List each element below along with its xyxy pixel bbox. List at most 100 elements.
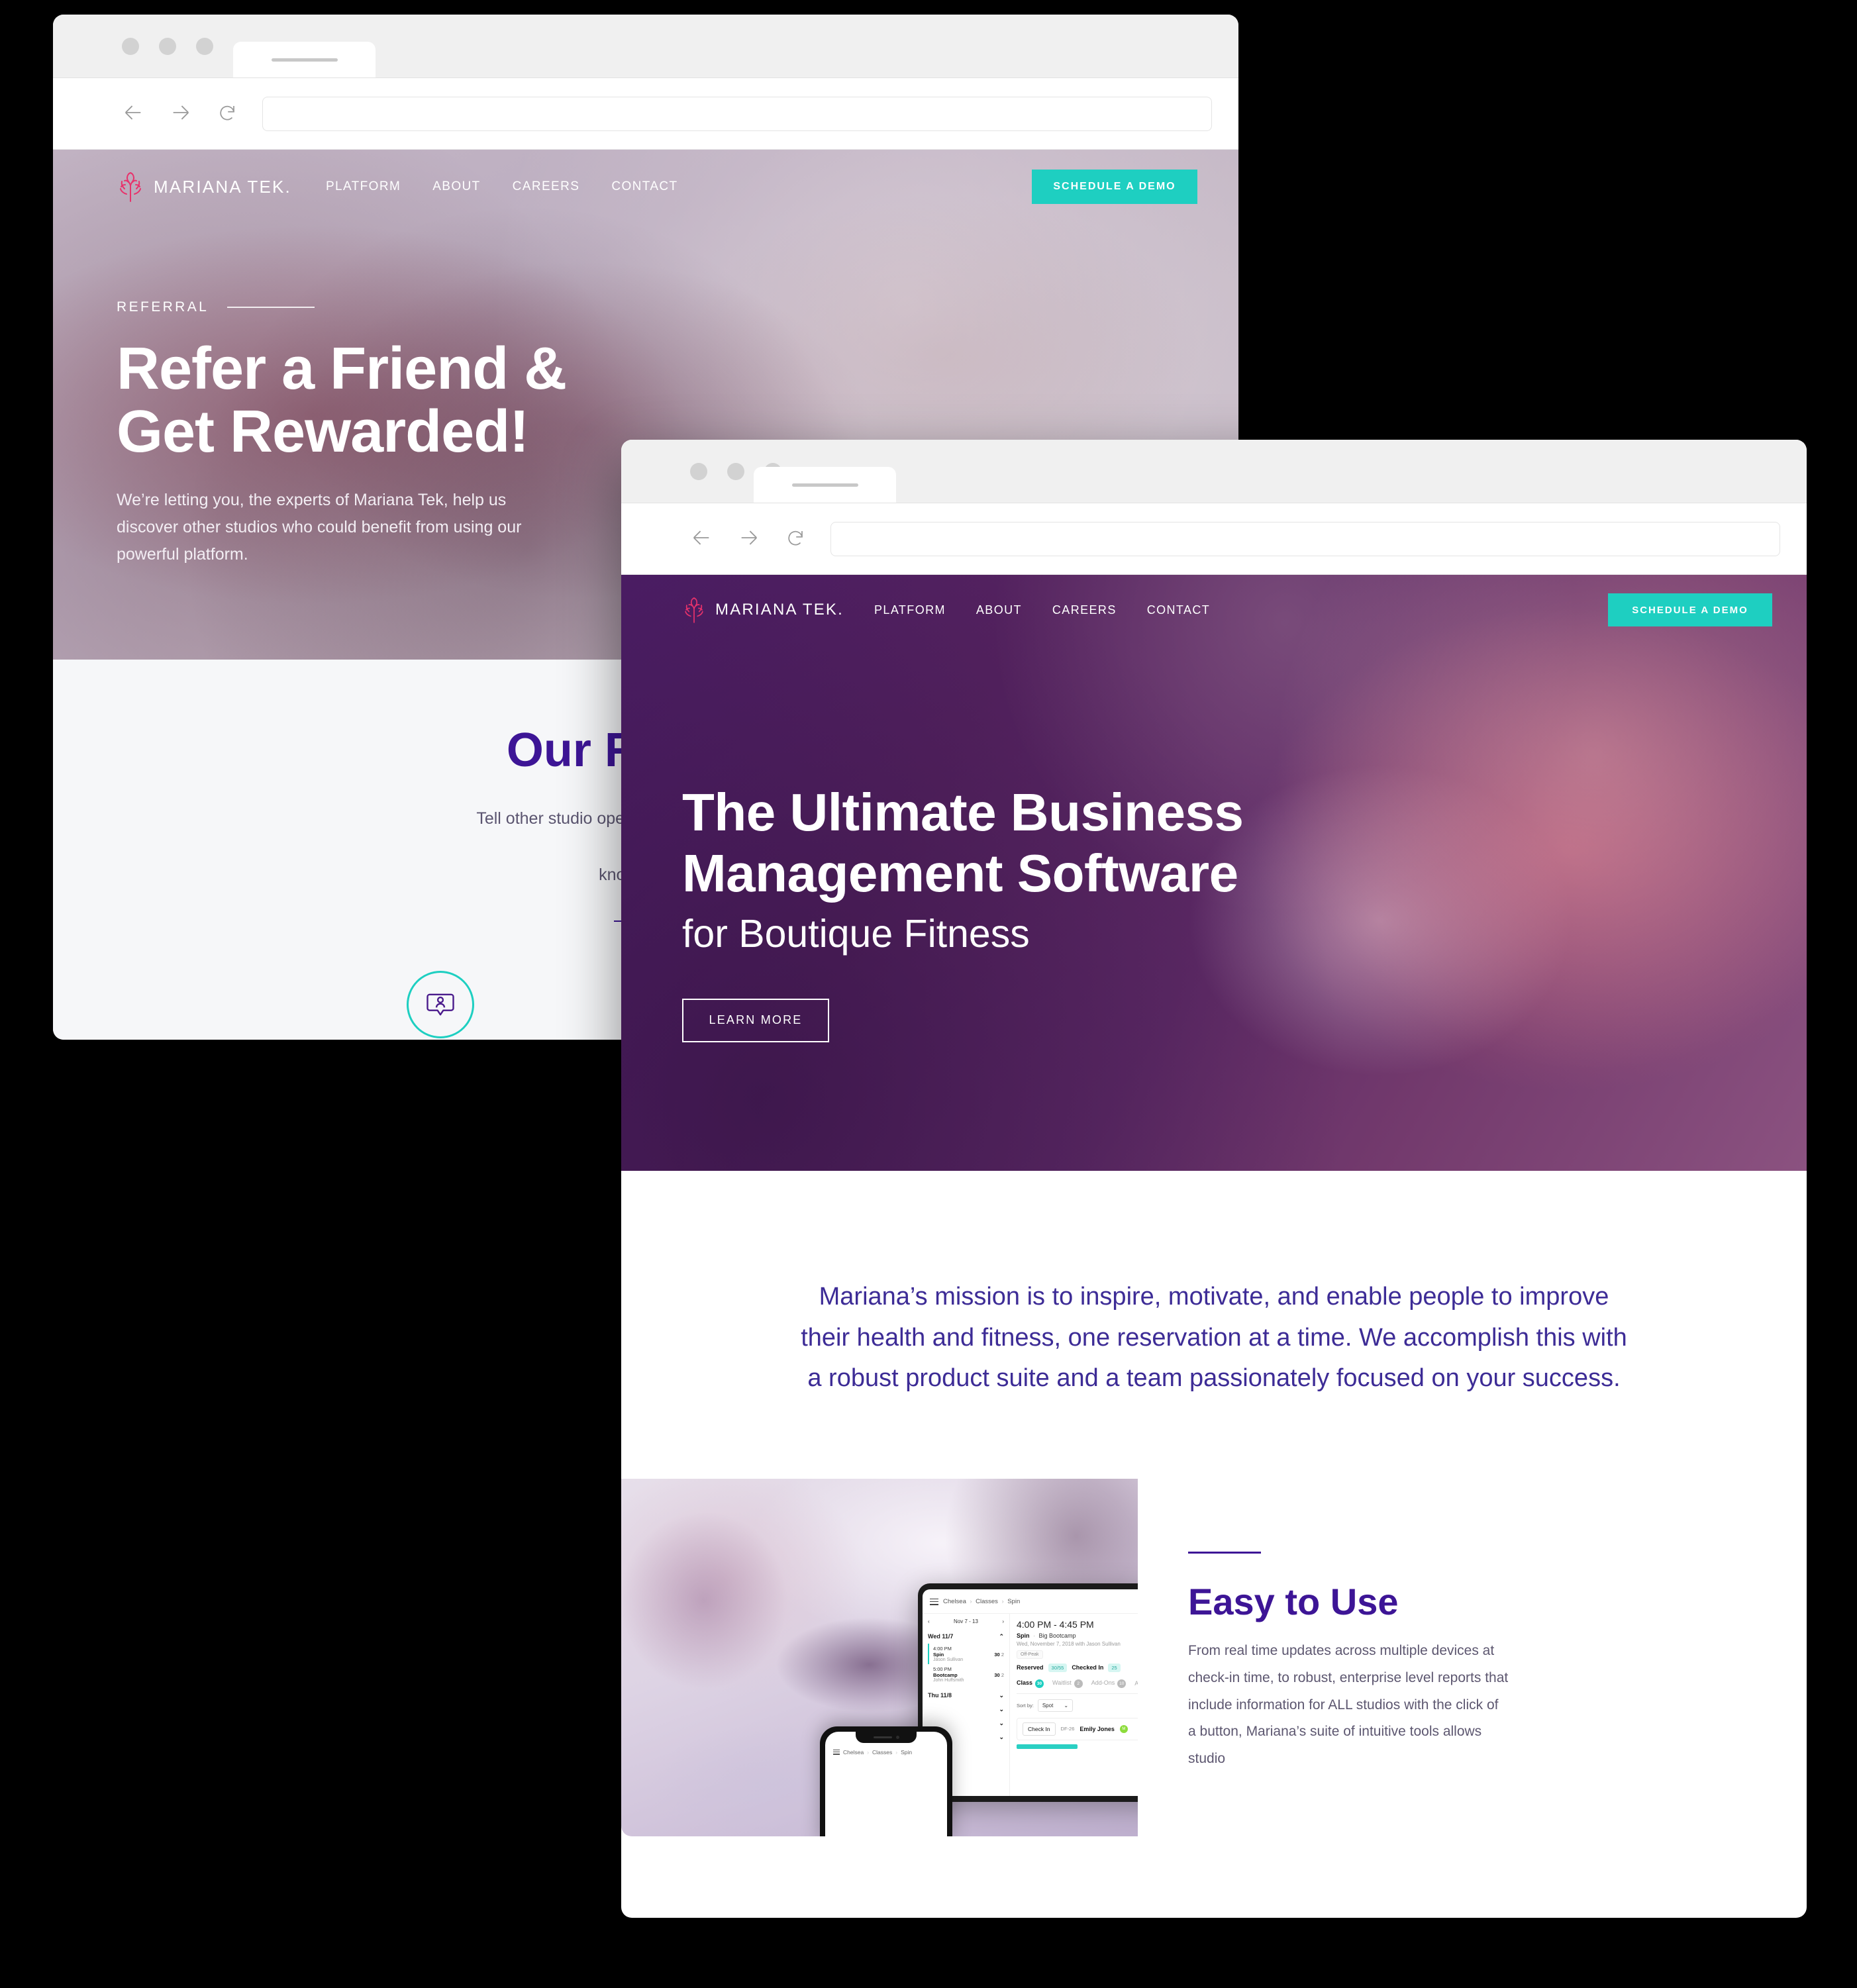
brand-name: MARIANA TEK.	[154, 176, 291, 197]
phone-screen: Chelsea › Classes › Spin	[825, 1731, 947, 1836]
day-header-collapsed[interactable]: ⌄	[928, 1703, 1004, 1716]
phone-breadcrumb-classes[interactable]: Classes	[872, 1749, 892, 1756]
brand-logo[interactable]: MARIANA TEK.	[117, 172, 291, 202]
mission-section: Mariana’s mission is to inspire, motivat…	[621, 1171, 1807, 1479]
chevron-down-icon: ⌄	[999, 1733, 1004, 1740]
nav-link-platform[interactable]: PLATFORM	[874, 603, 946, 617]
day-header-wed[interactable]: Wed 11/7 ⌃	[928, 1630, 1004, 1644]
phone-breadcrumb-location[interactable]: Chelsea	[843, 1749, 864, 1756]
next-week-icon[interactable]: ›	[1002, 1618, 1004, 1624]
class-slot-instructor: Jason Sullivan	[933, 1657, 964, 1662]
window-controls[interactable]	[122, 37, 213, 55]
coral-logo-icon	[117, 172, 144, 202]
close-window-dot[interactable]	[122, 37, 139, 55]
tab-title-placeholder	[271, 58, 338, 62]
forward-arrow-icon[interactable]	[170, 101, 192, 126]
maximize-window-dot[interactable]	[196, 37, 213, 55]
site-navbar: MARIANA TEK. PLATFORM ABOUT CAREERS CONT…	[621, 575, 1807, 626]
easy-to-use-rule	[1188, 1551, 1261, 1554]
check-in-button[interactable]: Check In	[1023, 1722, 1056, 1736]
studio-photo: Chelsea › Classes › Spin POS	[621, 1478, 1138, 1836]
hero-heading-line2: Get Rewarded!	[117, 399, 529, 466]
class-tabs: Class30 Waitlist2 Add-Ons10 Attendance	[1017, 1679, 1138, 1688]
phone-breadcrumb-spin[interactable]: Spin	[901, 1749, 912, 1756]
chevron-up-icon: ⌃	[999, 1632, 1004, 1640]
chevron-down-icon: ⌄	[999, 1705, 1004, 1713]
tab-waitlist-badge: 2	[1074, 1679, 1083, 1688]
week-range-label: Nov 7 - 13	[954, 1618, 978, 1624]
day-header-thu[interactable]: Thu 11/8 ⌄	[928, 1689, 1004, 1703]
class-title-dot: ·	[1033, 1632, 1036, 1639]
minimize-window-dot[interactable]	[159, 37, 176, 55]
app-header: Chelsea › Classes › Spin POS	[923, 1589, 1138, 1613]
class-group-name: Big Bootcamp	[1038, 1632, 1076, 1639]
nav-link-contact[interactable]: CONTACT	[1147, 603, 1210, 617]
class-time-range: 4:00 PM - 4:45 PM	[1017, 1618, 1094, 1630]
back-arrow-icon[interactable]	[122, 101, 144, 126]
person-speech-bubble-icon	[406, 971, 474, 1038]
tab-attendance[interactable]: Attendance	[1134, 1680, 1138, 1687]
class-slot-name-row: Spin 30 2	[933, 1652, 1004, 1658]
breadcrumb-chevron-icon: ›	[867, 1748, 870, 1756]
schedule-demo-button[interactable]: SCHEDULE A DEMO	[1608, 593, 1772, 626]
attendee-row: Check In DF-26 Emily Jones M •••	[1017, 1717, 1138, 1740]
nav-link-about[interactable]: ABOUT	[432, 179, 480, 194]
class-slot[interactable]: 4:00 PM Spin 30 2 Jason Sullivan	[928, 1643, 1004, 1664]
browser-tab[interactable]	[233, 42, 376, 77]
learn-more-button[interactable]: LEARN MORE	[682, 998, 829, 1042]
attendee-avatar: M	[1119, 1724, 1128, 1733]
nav-link-careers[interactable]: CAREERS	[513, 179, 580, 194]
class-slot-extra: 2	[1001, 1651, 1004, 1658]
camera-icon	[895, 1735, 899, 1739]
breadcrumb-item-location[interactable]: Chelsea	[943, 1598, 966, 1605]
hero-eyebrow-row: REFERRAL	[117, 299, 1175, 315]
class-meta: Wed, November 7, 2018 with Jason Sulliva…	[1017, 1640, 1121, 1647]
sort-by-select[interactable]: Spot ⌄	[1037, 1699, 1074, 1713]
phone-mockup: Chelsea › Classes › Spin	[820, 1726, 952, 1836]
nav-link-platform[interactable]: PLATFORM	[326, 179, 401, 194]
breadcrumb-item-classes[interactable]: Classes	[976, 1598, 998, 1605]
sort-by-label: Sort by:	[1017, 1703, 1034, 1709]
brand-logo[interactable]: MARIANA TEK.	[682, 597, 844, 623]
hero-subtext: We’re letting you, the experts of Marian…	[117, 490, 522, 564]
nav-link-contact[interactable]: CONTACT	[611, 179, 678, 194]
class-slot-name: Spin	[933, 1651, 944, 1658]
hero-heading-line1: The Ultimate Business	[682, 783, 1244, 842]
sort-and-view-controls: Sort by: Spot ⌄ View by: Map List	[1017, 1699, 1138, 1713]
prev-week-icon[interactable]: ‹	[928, 1618, 930, 1624]
class-detail-panel: ⋮ 4:00 PM - 4:45 PM Spin · Big Bootcamp …	[1010, 1614, 1138, 1796]
breadcrumb-chevron-icon: ›	[1001, 1598, 1004, 1605]
nav-link-about[interactable]: ABOUT	[976, 603, 1022, 617]
day-label: Wed 11/7	[928, 1633, 954, 1640]
tab-add-ons[interactable]: Add-Ons 10	[1091, 1679, 1127, 1688]
class-slot[interactable]: 5:00 PM Bootcamp 30 2 John Huffsmith	[928, 1664, 1004, 1685]
chevron-down-icon: ⌄	[1064, 1703, 1069, 1709]
tab-waitlist[interactable]: Waitlist 2	[1052, 1679, 1083, 1688]
class-slot-count: 30	[994, 1671, 1000, 1678]
address-bar-input[interactable]	[262, 96, 1212, 131]
attendee-name: Emily Jones	[1079, 1725, 1115, 1732]
referral-hero-content: REFERRAL Refer a Friend & Get Rewarded! …	[53, 299, 1238, 569]
nav-link-careers[interactable]: CAREERS	[1052, 603, 1117, 617]
day-label: Thu 11/8	[928, 1692, 952, 1699]
speaker-icon	[873, 1736, 892, 1738]
hamburger-menu-icon[interactable]	[833, 1749, 840, 1755]
schedule-demo-button[interactable]: SCHEDULE A DEMO	[1032, 170, 1197, 204]
class-stats: Reserved 30/55 Checked In 25	[1017, 1663, 1138, 1672]
tab-class[interactable]: Class 30	[1017, 1679, 1044, 1688]
breadcrumb-chevron-icon: ›	[895, 1748, 898, 1756]
panel-divider	[1017, 1693, 1138, 1694]
breadcrumb-item-spin[interactable]: Spin	[1007, 1598, 1020, 1605]
mission-statement: Mariana’s mission is to inspire, motivat…	[801, 1283, 1627, 1393]
browser-toolbar	[53, 78, 1238, 150]
easy-to-use-section: Chelsea › Classes › Spin POS	[621, 1478, 1807, 1836]
homepage-hero-content: The Ultimate Business Management Softwar…	[621, 782, 1807, 1042]
class-slot-name: Bootcamp	[933, 1671, 958, 1678]
reload-icon[interactable]	[217, 103, 237, 125]
reserved-value: 30/55	[1048, 1663, 1068, 1672]
hero-eyebrow: REFERRAL	[117, 299, 209, 315]
hamburger-menu-icon[interactable]	[930, 1598, 938, 1605]
checked-in-label: Checked In	[1072, 1664, 1104, 1671]
hero-heading: The Ultimate Business Management Softwar…	[682, 782, 1746, 904]
week-navigator: ‹ Nov 7 - 13 ›	[928, 1618, 1004, 1624]
